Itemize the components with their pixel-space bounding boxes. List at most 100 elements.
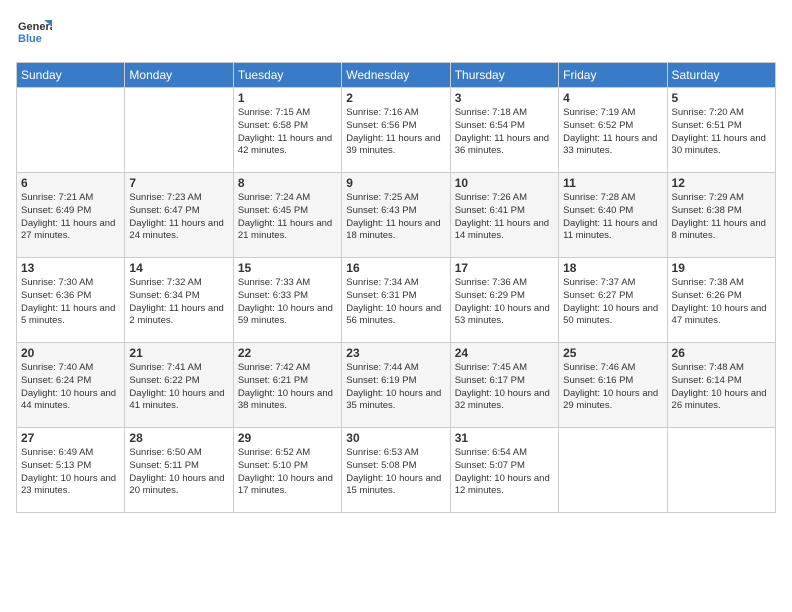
day-number: 14 [129,261,228,275]
day-detail: Sunrise: 7:19 AM Sunset: 6:52 PM Dayligh… [563,107,662,158]
day-detail: Sunrise: 7:40 AM Sunset: 6:24 PM Dayligh… [21,362,120,413]
day-detail: Sunrise: 7:36 AM Sunset: 6:29 PM Dayligh… [455,277,554,328]
day-cell: 24 Sunrise: 7:45 AM Sunset: 6:17 PM Dayli… [450,343,558,428]
day-detail: Sunrise: 7:24 AM Sunset: 6:45 PM Dayligh… [238,192,337,243]
day-detail: Sunrise: 7:20 AM Sunset: 6:51 PM Dayligh… [672,107,771,158]
day-number: 28 [129,431,228,445]
day-header-saturday: Saturday [667,63,775,88]
day-cell: 19Sunrise: 7:38 AM Sunset: 6:26 PM Dayli… [667,258,775,343]
day-cell [559,428,667,513]
day-cell [17,88,125,173]
day-cell: 2 Sunrise: 7:16 AM Sunset: 6:56 PM Daylig… [342,88,450,173]
day-number: 27 [21,431,120,445]
day-number: 4 [563,91,662,105]
day-detail: Sunrise: 7:26 AM Sunset: 6:41 PM Dayligh… [455,192,554,243]
week-row-2: 6 Sunrise: 7:21 AM Sunset: 6:49 PM Daylig… [17,173,776,258]
day-detail: Sunrise: 6:52 AM Sunset: 5:10 PM Dayligh… [238,447,337,498]
day-header-sunday: Sunday [17,63,125,88]
day-cell: 29 Sunrise: 6:52 AM Sunset: 5:10 PM Dayli… [233,428,341,513]
day-cell: 9Sunrise: 7:25 AM Sunset: 6:43 PM Daylig… [342,173,450,258]
day-number: 22 [238,346,337,360]
day-number: 8 [238,176,337,190]
day-detail: Sunrise: 6:49 AM Sunset: 5:13 PM Dayligh… [21,447,120,498]
day-cell: 27 Sunrise: 6:49 AM Sunset: 5:13 PM Dayli… [17,428,125,513]
day-number: 7 [129,176,228,190]
logo-icon: General Blue [16,16,52,52]
day-number: 11 [563,176,662,190]
week-row-5: 27 Sunrise: 6:49 AM Sunset: 5:13 PM Dayli… [17,428,776,513]
day-number: 1 [238,91,337,105]
day-header-monday: Monday [125,63,233,88]
day-detail: Sunrise: 7:48 AM Sunset: 6:14 PM Dayligh… [672,362,771,413]
day-detail: Sunrise: 7:25 AM Sunset: 6:43 PM Dayligh… [346,192,445,243]
day-number: 10 [455,176,554,190]
day-cell: 21Sunrise: 7:41 AM Sunset: 6:22 PM Dayli… [125,343,233,428]
day-number: 13 [21,261,120,275]
day-number: 23 [346,346,445,360]
week-row-4: 20Sunrise: 7:40 AM Sunset: 6:24 PM Dayli… [17,343,776,428]
day-detail: Sunrise: 7:16 AM Sunset: 6:56 PM Dayligh… [346,107,445,158]
day-number: 17 [455,261,554,275]
svg-text:General: General [18,21,52,33]
day-number: 16 [346,261,445,275]
day-detail: Sunrise: 7:45 AM Sunset: 6:17 PM Dayligh… [455,362,554,413]
day-detail: Sunrise: 6:54 AM Sunset: 5:07 PM Dayligh… [455,447,554,498]
day-cell: 28 Sunrise: 6:50 AM Sunset: 5:11 PM Dayli… [125,428,233,513]
day-detail: Sunrise: 7:37 AM Sunset: 6:27 PM Dayligh… [563,277,662,328]
day-number: 31 [455,431,554,445]
day-cell: 17 Sunrise: 7:36 AM Sunset: 6:29 PM Dayli… [450,258,558,343]
day-cell: 30Sunrise: 6:53 AM Sunset: 5:08 PM Dayli… [342,428,450,513]
day-cell: 7 Sunrise: 7:23 AM Sunset: 6:47 PM Daylig… [125,173,233,258]
day-detail: Sunrise: 7:29 AM Sunset: 6:38 PM Dayligh… [672,192,771,243]
day-detail: Sunrise: 7:21 AM Sunset: 6:49 PM Dayligh… [21,192,120,243]
svg-text:Blue: Blue [18,33,42,45]
day-detail: Sunrise: 7:32 AM Sunset: 6:34 PM Dayligh… [129,277,228,328]
day-cell: 10 Sunrise: 7:26 AM Sunset: 6:41 PM Dayli… [450,173,558,258]
day-cell: 8 Sunrise: 7:24 AM Sunset: 6:45 PM Daylig… [233,173,341,258]
day-number: 12 [672,176,771,190]
day-number: 26 [672,346,771,360]
day-detail: Sunrise: 7:42 AM Sunset: 6:21 PM Dayligh… [238,362,337,413]
day-detail: Sunrise: 7:15 AM Sunset: 6:58 PM Dayligh… [238,107,337,158]
day-cell: 1 Sunrise: 7:15 AM Sunset: 6:58 PM Daylig… [233,88,341,173]
day-cell: 22 Sunrise: 7:42 AM Sunset: 6:21 PM Dayli… [233,343,341,428]
day-header-tuesday: Tuesday [233,63,341,88]
day-cell: 5 Sunrise: 7:20 AM Sunset: 6:51 PM Daylig… [667,88,775,173]
day-header-thursday: Thursday [450,63,558,88]
week-row-1: 1 Sunrise: 7:15 AM Sunset: 6:58 PM Daylig… [17,88,776,173]
day-detail: Sunrise: 6:53 AM Sunset: 5:08 PM Dayligh… [346,447,445,498]
logo: General Blue [16,16,56,52]
day-number: 18 [563,261,662,275]
page-header: General Blue [16,16,776,52]
calendar-table: SundayMondayTuesdayWednesdayThursdayFrid… [16,62,776,513]
day-cell: 23Sunrise: 7:44 AM Sunset: 6:19 PM Dayli… [342,343,450,428]
day-detail: Sunrise: 7:23 AM Sunset: 6:47 PM Dayligh… [129,192,228,243]
day-cell [125,88,233,173]
day-cell: 15Sunrise: 7:33 AM Sunset: 6:33 PM Dayli… [233,258,341,343]
day-number: 29 [238,431,337,445]
day-cell: 13 Sunrise: 7:30 AM Sunset: 6:36 PM Dayli… [17,258,125,343]
day-number: 6 [21,176,120,190]
day-detail: Sunrise: 7:30 AM Sunset: 6:36 PM Dayligh… [21,277,120,328]
day-number: 24 [455,346,554,360]
day-header-wednesday: Wednesday [342,63,450,88]
day-number: 2 [346,91,445,105]
day-cell: 18 Sunrise: 7:37 AM Sunset: 6:27 PM Dayli… [559,258,667,343]
week-row-3: 13 Sunrise: 7:30 AM Sunset: 6:36 PM Dayli… [17,258,776,343]
calendar-header-row: SundayMondayTuesdayWednesdayThursdayFrid… [17,63,776,88]
day-detail: Sunrise: 7:33 AM Sunset: 6:33 PM Dayligh… [238,277,337,328]
day-number: 3 [455,91,554,105]
day-number: 5 [672,91,771,105]
day-number: 19 [672,261,771,275]
day-cell: 26 Sunrise: 7:48 AM Sunset: 6:14 PM Dayli… [667,343,775,428]
day-cell: 31 Sunrise: 6:54 AM Sunset: 5:07 PM Dayli… [450,428,558,513]
day-number: 25 [563,346,662,360]
day-cell: 25Sunrise: 7:46 AM Sunset: 6:16 PM Dayli… [559,343,667,428]
day-detail: Sunrise: 7:18 AM Sunset: 6:54 PM Dayligh… [455,107,554,158]
day-header-friday: Friday [559,63,667,88]
day-detail: Sunrise: 6:50 AM Sunset: 5:11 PM Dayligh… [129,447,228,498]
day-cell: 16Sunrise: 7:34 AM Sunset: 6:31 PM Dayli… [342,258,450,343]
day-cell: 12 Sunrise: 7:29 AM Sunset: 6:38 PM Dayli… [667,173,775,258]
day-cell: 4 Sunrise: 7:19 AM Sunset: 6:52 PM Daylig… [559,88,667,173]
day-cell: 20Sunrise: 7:40 AM Sunset: 6:24 PM Dayli… [17,343,125,428]
